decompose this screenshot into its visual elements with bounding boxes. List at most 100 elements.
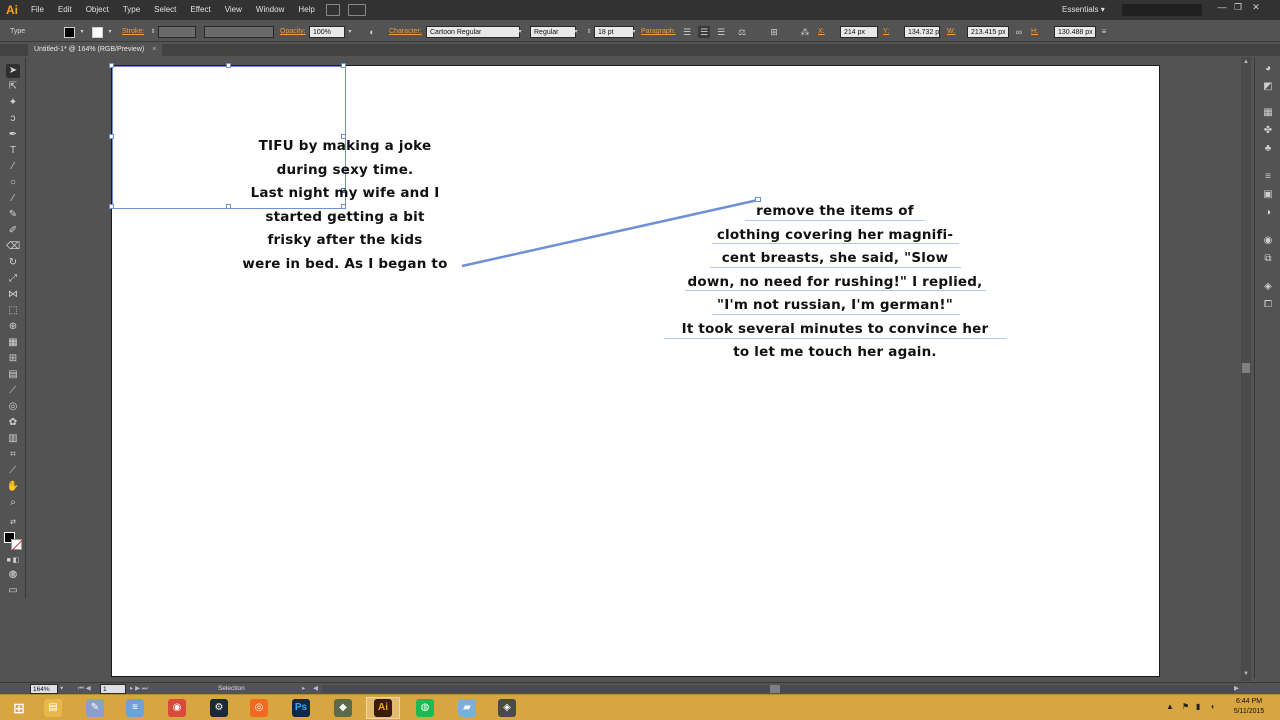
document-tab[interactable]: Untitled-1* @ 164% (RGB/Preview) ×	[28, 44, 163, 56]
scroll-down-icon[interactable]: ▼	[1243, 671, 1249, 677]
brushes-panel-icon[interactable]: ✤	[1261, 124, 1275, 138]
color-guide-icon[interactable]: ◩	[1261, 80, 1275, 94]
hand-tool-icon[interactable]: ✋	[6, 480, 20, 494]
arrange-documents-icon[interactable]	[347, 4, 366, 16]
width-tool-icon[interactable]: ⋈	[6, 288, 20, 302]
free-transform-tool-icon[interactable]: ⬚	[6, 304, 20, 318]
opacity-field[interactable]: 100%	[309, 26, 345, 38]
canvas-area[interactable]: TIFU by making a joke during sexy time. …	[27, 57, 1241, 681]
taskbar-app-photoshop[interactable]: Ps	[284, 697, 318, 719]
symbol-sprayer-tool-icon[interactable]: ✿	[6, 416, 20, 430]
paintbrush-tool-icon[interactable]: ∕	[6, 192, 20, 206]
horizontal-scrollbar[interactable]	[322, 685, 1234, 693]
stroke-label[interactable]: Stroke:	[122, 22, 144, 42]
taskbar-app-app-8[interactable]: ◆	[326, 697, 360, 719]
menu-effect[interactable]: Effect	[183, 0, 217, 20]
opacity-dropdown-icon[interactable]: ▾	[344, 26, 356, 38]
transparency-panel-icon[interactable]: ◑	[1261, 206, 1275, 220]
rotate-tool-icon[interactable]: ↻	[6, 256, 20, 270]
minimize-button[interactable]: —	[1214, 1, 1230, 13]
font-size-dropdown-icon[interactable]: ▾	[628, 26, 640, 38]
volume-icon[interactable]: ◖	[1210, 702, 1215, 711]
lasso-tool-icon[interactable]: ↄ	[6, 112, 20, 126]
restore-button[interactable]: ❐	[1230, 1, 1246, 13]
system-clock[interactable]: 6:44 PM 5/11/2015	[1226, 697, 1272, 717]
eyedropper-tool-icon[interactable]: ⟋	[6, 384, 20, 398]
variable-width-field[interactable]	[204, 26, 274, 38]
taskbar-app-spotify[interactable]: ◍	[408, 697, 442, 719]
font-family-field[interactable]: Cartoon Regular	[426, 26, 520, 38]
stroke-color-swatch[interactable]	[92, 27, 103, 38]
symbols-panel-icon[interactable]: ♣	[1261, 142, 1275, 156]
tray-flag-icon[interactable]: ⚑	[1182, 702, 1189, 711]
frame1-handle-bl[interactable]	[109, 204, 114, 209]
swap-colors-icon[interactable]: ⇄	[6, 516, 20, 530]
text-frame-2-content[interactable]: remove the items of clothing covering he…	[632, 200, 1038, 365]
pencil-tool-icon[interactable]: ✎	[6, 208, 20, 222]
vertical-scrollbar[interactable]: ▲ ▼	[1241, 57, 1251, 681]
search-input[interactable]	[1122, 4, 1202, 16]
menu-file[interactable]: File	[24, 0, 51, 20]
x-position-field[interactable]: 214 px	[840, 26, 878, 38]
eraser-tool-icon[interactable]: ⌫	[6, 240, 20, 254]
taskbar-app-tools[interactable]: ✎	[78, 697, 112, 719]
blend-tool-icon[interactable]: ◎	[6, 400, 20, 414]
start-button[interactable]: ⊞	[2, 697, 36, 719]
swatches-panel-icon[interactable]: ▦	[1261, 106, 1275, 120]
blob-brush-tool-icon[interactable]: ✐	[6, 224, 20, 238]
fill-dropdown-icon[interactable]: ▾	[76, 26, 88, 38]
artboard-number-field[interactable]: 1	[100, 684, 126, 694]
reference-point-icon[interactable]: ⁂	[799, 26, 811, 38]
w-label[interactable]: W:	[947, 22, 955, 42]
frame1-handle-tr[interactable]	[341, 63, 346, 68]
screen-mode-icon[interactable]: ▭	[6, 584, 20, 598]
menu-object[interactable]: Object	[79, 0, 116, 20]
drawing-mode-icon[interactable]: ◍	[6, 568, 20, 582]
align-center-icon[interactable]: ☰	[698, 26, 710, 38]
fill-color-swatch[interactable]	[64, 27, 75, 38]
vertical-scroll-thumb[interactable]	[1242, 363, 1250, 373]
close-window-button[interactable]: ✕	[1248, 1, 1264, 13]
menu-select[interactable]: Select	[147, 0, 183, 20]
gradient-panel-icon[interactable]: ▣	[1261, 188, 1275, 202]
stroke-weight-field[interactable]	[158, 26, 196, 38]
y-label[interactable]: Y:	[883, 22, 889, 42]
workspace-switcher[interactable]: Essentials ▾	[1062, 0, 1105, 20]
horizontal-scroll-thumb[interactable]	[770, 685, 780, 693]
bridge-icon[interactable]	[325, 4, 340, 16]
taskbar-app-origin[interactable]: ◎	[242, 697, 276, 719]
panel-menu-icon[interactable]: ≡	[1098, 26, 1110, 38]
taskbar-app-chrome[interactable]: ◉	[160, 697, 194, 719]
shape-builder-tool-icon[interactable]: ⊕	[6, 320, 20, 334]
direct-selection-tool-icon[interactable]: ⇱	[6, 80, 20, 94]
line-tool-icon[interactable]: ⁄	[6, 160, 20, 174]
taskbar-app-app-11[interactable]: ▰	[450, 697, 484, 719]
color-mode-icon[interactable]: ■ ◧ ⊘	[6, 554, 20, 578]
menu-type[interactable]: Type	[116, 0, 147, 20]
artboard[interactable]: TIFU by making a joke during sexy time. …	[109, 63, 1160, 677]
x-label[interactable]: X:	[818, 22, 825, 42]
align-left-icon[interactable]: ☰	[681, 26, 693, 38]
selection-tool-icon[interactable]: ➤	[6, 64, 20, 78]
frame1-handle-ml[interactable]	[109, 134, 114, 139]
graphic-styles-panel-icon[interactable]: ⧉	[1261, 252, 1275, 266]
constrain-proportions-icon[interactable]: ∞	[1013, 26, 1025, 38]
y-position-field[interactable]: 134.732 px	[904, 26, 940, 38]
slice-tool-icon[interactable]: ⟋	[6, 464, 20, 478]
font-family-dropdown-icon[interactable]: ▾	[514, 26, 526, 38]
color-panel-icon[interactable]: ◕	[1261, 62, 1275, 76]
stroke-dropdown-icon[interactable]: ▾	[104, 26, 116, 38]
ellipse-tool-icon[interactable]: ○	[6, 176, 20, 190]
artboard-tool-icon[interactable]: ⌗	[6, 448, 20, 462]
menu-view[interactable]: View	[218, 0, 249, 20]
align-panel-icon[interactable]: ⊞	[768, 26, 780, 38]
gradient-tool-icon[interactable]: ▤	[6, 368, 20, 382]
magic-wand-tool-icon[interactable]: ✦	[6, 96, 20, 110]
stroke-swatch[interactable]	[11, 539, 22, 550]
menu-window[interactable]: Window	[249, 0, 291, 20]
height-field[interactable]: 130.488 px	[1054, 26, 1096, 38]
pen-tool-icon[interactable]: ✒	[6, 128, 20, 142]
width-field[interactable]: 213.415 px	[967, 26, 1009, 38]
frame1-handle-tc[interactable]	[226, 63, 231, 68]
frame1-handle-tl[interactable]	[109, 63, 114, 68]
